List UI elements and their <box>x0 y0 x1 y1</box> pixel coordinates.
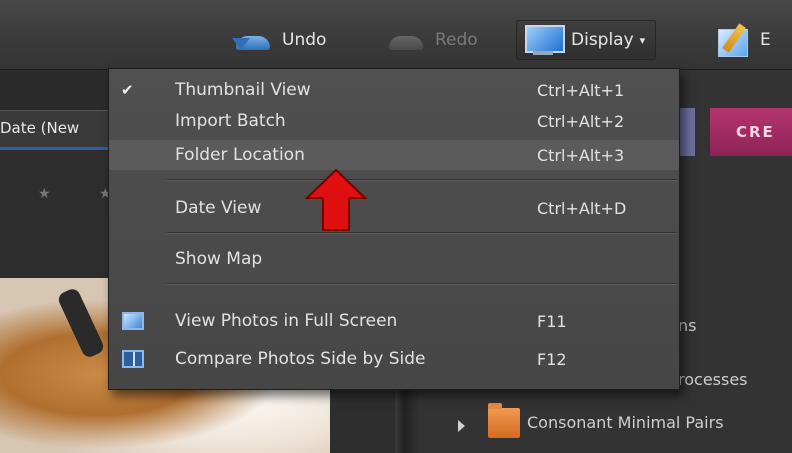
display-dropdown-menu: ✔ Thumbnail View Ctrl+Alt+1 Import Batch… <box>108 68 680 390</box>
menu-item-label: Import Batch <box>175 111 286 131</box>
redo-icon <box>385 28 427 52</box>
monitor-icon <box>523 23 565 57</box>
menu-item-label: Show Map <box>175 249 263 269</box>
compare-icon <box>122 350 144 368</box>
undo-icon <box>232 28 274 52</box>
menu-item-folder-location[interactable]: Folder Location Ctrl+Alt+3 <box>109 140 679 170</box>
menu-item-label: Folder Location <box>175 145 305 165</box>
menu-item-shortcut: Ctrl+Alt+D <box>537 198 627 218</box>
chevron-down-icon: ▾ <box>639 33 646 47</box>
edit-button[interactable]: E <box>716 22 771 58</box>
menu-item-date-view[interactable]: Date View Ctrl+Alt+D <box>109 193 679 223</box>
menu-item-thumbnail-view[interactable]: ✔ Thumbnail View Ctrl+Alt+1 <box>109 75 679 105</box>
menu-item-shortcut: Ctrl+Alt+3 <box>537 145 625 165</box>
display-label: Display <box>571 30 634 50</box>
menu-item-label: Thumbnail View <box>175 80 311 100</box>
sort-bar[interactable]: Date (New <box>0 110 110 150</box>
redo-label: Redo <box>435 30 478 50</box>
menu-item-shortcut: F11 <box>537 311 567 331</box>
album-item-text[interactable]: ns <box>678 316 696 335</box>
menu-item-full-screen[interactable]: View Photos in Full Screen F11 <box>109 306 679 336</box>
sort-label: Date (New <box>0 119 80 137</box>
create-tab[interactable]: CRE <box>710 108 792 156</box>
album-item-text[interactable]: Consonant Minimal Pairs <box>527 413 724 432</box>
display-menu-button[interactable]: Display ▾ <box>516 20 657 60</box>
fullscreen-icon <box>122 312 144 330</box>
menu-separator <box>167 283 677 285</box>
album-item-text[interactable]: rocesses <box>678 370 748 389</box>
menu-item-shortcut: Ctrl+Alt+2 <box>537 111 625 131</box>
menu-item-label: View Photos in Full Screen <box>175 311 398 331</box>
top-toolbar: Undo Redo Display ▾ E <box>0 0 792 70</box>
edit-label: E <box>760 30 771 50</box>
menu-item-import-batch[interactable]: Import Batch Ctrl+Alt+2 <box>109 106 679 136</box>
checkmark-icon: ✔ <box>121 81 134 99</box>
redo-button[interactable]: Redo <box>385 22 478 58</box>
create-tab-label: CRE <box>736 123 775 141</box>
undo-label: Undo <box>282 30 327 50</box>
menu-item-shortcut: Ctrl+Alt+1 <box>537 80 625 100</box>
expand-arrow-icon[interactable] <box>458 420 465 432</box>
red-arrow-annotation <box>305 168 367 231</box>
menu-item-compare-side-by-side[interactable]: Compare Photos Side by Side F12 <box>109 344 679 374</box>
menu-item-show-map[interactable]: Show Map <box>109 244 679 274</box>
undo-button[interactable]: Undo <box>232 22 326 58</box>
menu-separator <box>167 232 677 234</box>
menu-separator <box>167 179 677 181</box>
menu-item-label: Compare Photos Side by Side <box>175 349 426 369</box>
menu-item-shortcut: F12 <box>537 349 567 369</box>
menu-item-label: Date View <box>175 198 262 218</box>
album-folder-icon <box>488 403 520 438</box>
edit-icon <box>716 23 752 57</box>
